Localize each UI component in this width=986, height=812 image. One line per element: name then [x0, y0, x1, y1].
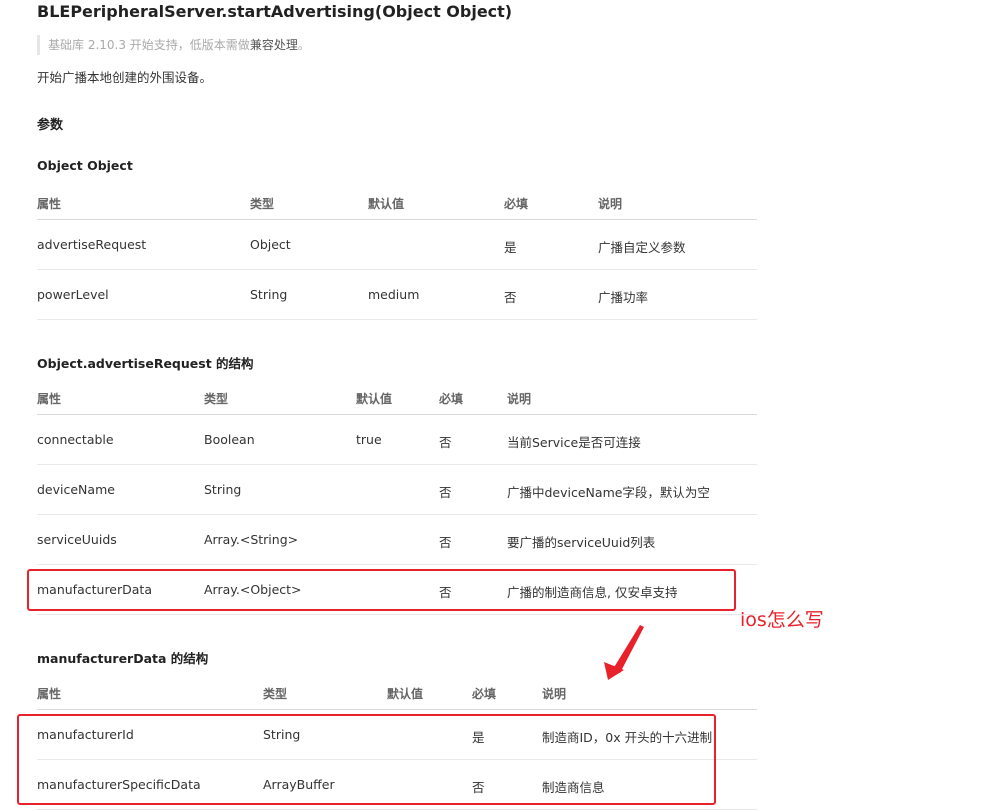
table2-row1-desc: 当前Service是否可连接 — [507, 435, 641, 450]
table1-row2-default: medium — [368, 287, 420, 302]
table2-row1-name: connectable — [37, 432, 114, 447]
table2-row2-desc: 广播中deviceName字段，默认为空 — [507, 485, 710, 500]
table3-heading: manufacturerData 的结构 — [37, 651, 209, 666]
table3-header-default: 默认值 — [387, 687, 424, 701]
annotation-note: ios怎么写 — [740, 609, 824, 631]
highlight-box-manufacturer-structure — [17, 714, 716, 805]
table1-header-divider — [37, 219, 757, 220]
table1-row-divider — [37, 269, 757, 270]
table2-row3-name: serviceUuids — [37, 532, 117, 547]
table2-header-default: 默认值 — [356, 392, 393, 406]
table2-row3-desc: 要广播的serviceUuid列表 — [507, 535, 656, 550]
table2-row-divider — [37, 464, 757, 465]
table2-row-divider — [37, 514, 757, 515]
table2-row2-type: String — [204, 482, 242, 497]
table2-header-type: 类型 — [204, 392, 229, 406]
table3-header-required: 必填 — [472, 687, 497, 701]
table2-row1-type: Boolean — [204, 432, 255, 447]
table1-row-divider — [37, 319, 757, 320]
version-note-text: 基础库 2.10.3 开始支持，低版本需做 — [48, 38, 250, 52]
page-title: BLEPeripheralServer.startAdvertising(Obj… — [37, 2, 513, 21]
table1-row1-desc: 广播自定义参数 — [598, 240, 686, 255]
table1-row2-name: powerLevel — [37, 287, 109, 302]
table2-row1-required: 否 — [439, 435, 452, 450]
table2-header-divider — [37, 414, 757, 415]
table3-row-divider — [37, 809, 757, 810]
table1-heading: Object Object — [37, 158, 133, 173]
table1-header-desc: 说明 — [598, 197, 623, 211]
table1-header-default: 默认值 — [368, 197, 405, 211]
table2-heading: Object.advertiseRequest 的结构 — [37, 356, 254, 371]
api-description: 开始广播本地创建的外围设备。 — [37, 70, 213, 85]
table2-header-name: 属性 — [37, 392, 62, 406]
table1-row2-required: 否 — [504, 290, 517, 305]
table1-row1-name: advertiseRequest — [37, 237, 147, 252]
version-note: 基础库 2.10.3 开始支持，低版本需做兼容处理。 — [37, 35, 310, 55]
table2-row-divider — [37, 614, 757, 615]
highlight-box-manufacturer-data — [27, 569, 736, 611]
table2-row3-required: 否 — [439, 535, 452, 550]
table3-header-type: 类型 — [263, 687, 288, 701]
table1-header-name: 属性 — [37, 197, 62, 211]
table1-header-type: 类型 — [250, 197, 275, 211]
table3-header-desc: 说明 — [542, 687, 567, 701]
table3-header-divider — [37, 709, 757, 710]
table2-row2-required: 否 — [439, 485, 452, 500]
table1-row1-type: Object — [250, 237, 291, 252]
table2-row3-type: Array.<String> — [204, 532, 299, 547]
annotation-arrow-icon — [604, 625, 644, 680]
table2-row-divider — [37, 564, 757, 565]
table3-header-name: 属性 — [37, 687, 62, 701]
table2-header-required: 必填 — [439, 392, 464, 406]
table1-row2-type: String — [250, 287, 288, 302]
table1-header-required: 必填 — [504, 197, 529, 211]
table2-header-desc: 说明 — [507, 392, 532, 406]
version-note-suffix: 。 — [297, 38, 310, 52]
params-heading: 参数 — [37, 118, 64, 133]
table1-row2-desc: 广播功率 — [598, 290, 649, 305]
table2-row1-default: true — [356, 432, 382, 447]
table1-row1-required: 是 — [504, 240, 517, 255]
table2-row2-name: deviceName — [37, 482, 115, 497]
compat-link[interactable]: 兼容处理 — [250, 38, 298, 52]
